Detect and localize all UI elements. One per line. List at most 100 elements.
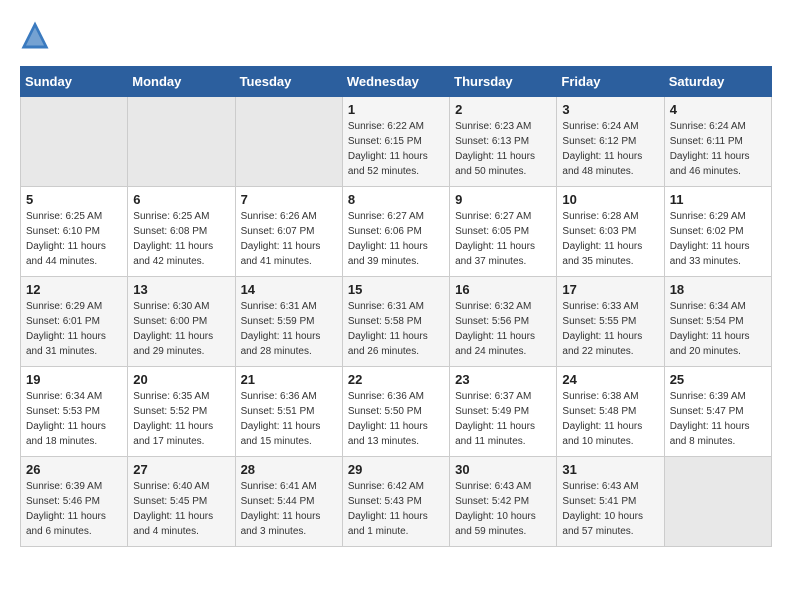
day-number: 12 [26,282,122,297]
calendar-cell: 2Sunrise: 6:23 AM Sunset: 6:13 PM Daylig… [450,97,557,187]
calendar-header: SundayMondayTuesdayWednesdayThursdayFrid… [21,67,772,97]
calendar-cell: 22 Sunrise: 6:36 AM Sunset: 5:50 PM Dayli… [342,367,449,457]
day-number: 26 [26,462,122,477]
day-info: Sunrise: 6:24 AM Sunset: 6:12 PM Dayligh… [562,119,658,179]
calendar-cell: 4 Sunrise: 6:24 AM Sunset: 6:11 PM Daylig… [664,97,771,187]
week-row-1: 5 Sunrise: 6:25 AM Sunset: 6:10 PM Daylig… [21,187,772,277]
day-info: Sunrise: 6:28 AM Sunset: 6:03 PM Dayligh… [562,209,658,269]
calendar-cell: 17 Sunrise: 6:33 AM Sunset: 5:55 PM Dayli… [557,277,664,367]
day-info: Sunrise: 6:27 AM Sunset: 6:06 PM Dayligh… [348,209,444,269]
calendar-cell [235,97,342,187]
day-number: 7 [241,192,337,207]
calendar-cell [128,97,235,187]
day-info: Sunrise: 6:31 AM Sunset: 5:58 PM Dayligh… [348,299,444,359]
day-number: 13 [133,282,229,297]
logo-icon [20,20,50,50]
header-day-thursday: Thursday [450,67,557,97]
day-number: 30 [455,462,551,477]
day-number: 28 [241,462,337,477]
week-row-3: 19 Sunrise: 6:34 AM Sunset: 5:53 PM Dayli… [21,367,772,457]
day-info: Sunrise: 6:39 AM Sunset: 5:47 PM Dayligh… [670,389,766,449]
day-info: Sunrise: 6:29 AM Sunset: 6:02 PM Dayligh… [670,209,766,269]
calendar-cell: 6 Sunrise: 6:25 AM Sunset: 6:08 PM Daylig… [128,187,235,277]
day-number: 21 [241,372,337,387]
day-info: Sunrise: 6:30 AM Sunset: 6:00 PM Dayligh… [133,299,229,359]
day-number: 11 [670,192,766,207]
calendar-cell: 26 Sunrise: 6:39 AM Sunset: 5:46 PM Dayli… [21,457,128,547]
day-number: 31 [562,462,658,477]
day-info: Sunrise: 6:33 AM Sunset: 5:55 PM Dayligh… [562,299,658,359]
calendar-cell: 10Sunrise: 6:28 AM Sunset: 6:03 PM Dayli… [557,187,664,277]
header-day-sunday: Sunday [21,67,128,97]
header-row: SundayMondayTuesdayWednesdayThursdayFrid… [21,67,772,97]
calendar-cell: 1 Sunrise: 6:22 AM Sunset: 6:15 PM Daylig… [342,97,449,187]
day-info: Sunrise: 6:35 AM Sunset: 5:52 PM Dayligh… [133,389,229,449]
day-number: 5 [26,192,122,207]
day-number: 16 [455,282,551,297]
day-info: Sunrise: 6:25 AM Sunset: 6:10 PM Dayligh… [26,209,122,269]
calendar-cell: 8 Sunrise: 6:27 AM Sunset: 6:06 PM Daylig… [342,187,449,277]
calendar-table: SundayMondayTuesdayWednesdayThursdayFrid… [20,66,772,547]
day-number: 19 [26,372,122,387]
day-info: Sunrise: 6:34 AM Sunset: 5:54 PM Dayligh… [670,299,766,359]
calendar-cell: 15 Sunrise: 6:31 AM Sunset: 5:58 PM Dayli… [342,277,449,367]
calendar-cell [664,457,771,547]
day-info: Sunrise: 6:29 AM Sunset: 6:01 PM Dayligh… [26,299,122,359]
calendar-cell: 23 Sunrise: 6:37 AM Sunset: 5:49 PM Dayli… [450,367,557,457]
day-info: Sunrise: 6:36 AM Sunset: 5:50 PM Dayligh… [348,389,444,449]
calendar-cell: 9 Sunrise: 6:27 AM Sunset: 6:05 PM Daylig… [450,187,557,277]
header-day-saturday: Saturday [664,67,771,97]
day-info: Sunrise: 6:26 AM Sunset: 6:07 PM Dayligh… [241,209,337,269]
calendar-cell: 20 Sunrise: 6:35 AM Sunset: 5:52 PM Dayli… [128,367,235,457]
day-number: 1 [348,102,444,117]
day-number: 15 [348,282,444,297]
day-number: 3 [562,102,658,117]
day-info: Sunrise: 6:37 AM Sunset: 5:49 PM Dayligh… [455,389,551,449]
calendar-cell: 18 Sunrise: 6:34 AM Sunset: 5:54 PM Dayli… [664,277,771,367]
day-info: Sunrise: 6:27 AM Sunset: 6:05 PM Dayligh… [455,209,551,269]
calendar-cell: 27Sunrise: 6:40 AM Sunset: 5:45 PM Dayli… [128,457,235,547]
day-info: Sunrise: 6:34 AM Sunset: 5:53 PM Dayligh… [26,389,122,449]
day-number: 23 [455,372,551,387]
page-header [20,20,772,50]
day-number: 22 [348,372,444,387]
day-number: 25 [670,372,766,387]
day-info: Sunrise: 6:36 AM Sunset: 5:51 PM Dayligh… [241,389,337,449]
day-number: 17 [562,282,658,297]
day-number: 20 [133,372,229,387]
calendar-cell: 30 Sunrise: 6:43 AM Sunset: 5:42 PM Dayli… [450,457,557,547]
calendar-cell: 7 Sunrise: 6:26 AM Sunset: 6:07 PM Daylig… [235,187,342,277]
calendar-cell: 25 Sunrise: 6:39 AM Sunset: 5:47 PM Dayli… [664,367,771,457]
logo [20,20,54,50]
calendar-cell: 31Sunrise: 6:43 AM Sunset: 5:41 PM Dayli… [557,457,664,547]
week-row-4: 26 Sunrise: 6:39 AM Sunset: 5:46 PM Dayli… [21,457,772,547]
calendar-cell: 28Sunrise: 6:41 AM Sunset: 5:44 PM Dayli… [235,457,342,547]
day-number: 8 [348,192,444,207]
day-info: Sunrise: 6:40 AM Sunset: 5:45 PM Dayligh… [133,479,229,539]
week-row-2: 12 Sunrise: 6:29 AM Sunset: 6:01 PM Dayli… [21,277,772,367]
day-info: Sunrise: 6:22 AM Sunset: 6:15 PM Dayligh… [348,119,444,179]
header-day-friday: Friday [557,67,664,97]
day-info: Sunrise: 6:31 AM Sunset: 5:59 PM Dayligh… [241,299,337,359]
day-info: Sunrise: 6:24 AM Sunset: 6:11 PM Dayligh… [670,119,766,179]
day-info: Sunrise: 6:32 AM Sunset: 5:56 PM Dayligh… [455,299,551,359]
calendar-cell: 16 Sunrise: 6:32 AM Sunset: 5:56 PM Dayli… [450,277,557,367]
day-number: 6 [133,192,229,207]
day-number: 18 [670,282,766,297]
day-number: 29 [348,462,444,477]
calendar-cell: 29Sunrise: 6:42 AM Sunset: 5:43 PM Dayli… [342,457,449,547]
week-row-0: 1 Sunrise: 6:22 AM Sunset: 6:15 PM Daylig… [21,97,772,187]
day-number: 4 [670,102,766,117]
day-info: Sunrise: 6:25 AM Sunset: 6:08 PM Dayligh… [133,209,229,269]
day-info: Sunrise: 6:43 AM Sunset: 5:42 PM Dayligh… [455,479,551,539]
calendar-cell: 19 Sunrise: 6:34 AM Sunset: 5:53 PM Dayli… [21,367,128,457]
header-day-monday: Monday [128,67,235,97]
day-info: Sunrise: 6:38 AM Sunset: 5:48 PM Dayligh… [562,389,658,449]
day-number: 14 [241,282,337,297]
calendar-cell [21,97,128,187]
day-number: 24 [562,372,658,387]
day-number: 9 [455,192,551,207]
calendar-cell: 21 Sunrise: 6:36 AM Sunset: 5:51 PM Dayli… [235,367,342,457]
calendar-cell: 13 Sunrise: 6:30 AM Sunset: 6:00 PM Dayli… [128,277,235,367]
day-info: Sunrise: 6:39 AM Sunset: 5:46 PM Dayligh… [26,479,122,539]
